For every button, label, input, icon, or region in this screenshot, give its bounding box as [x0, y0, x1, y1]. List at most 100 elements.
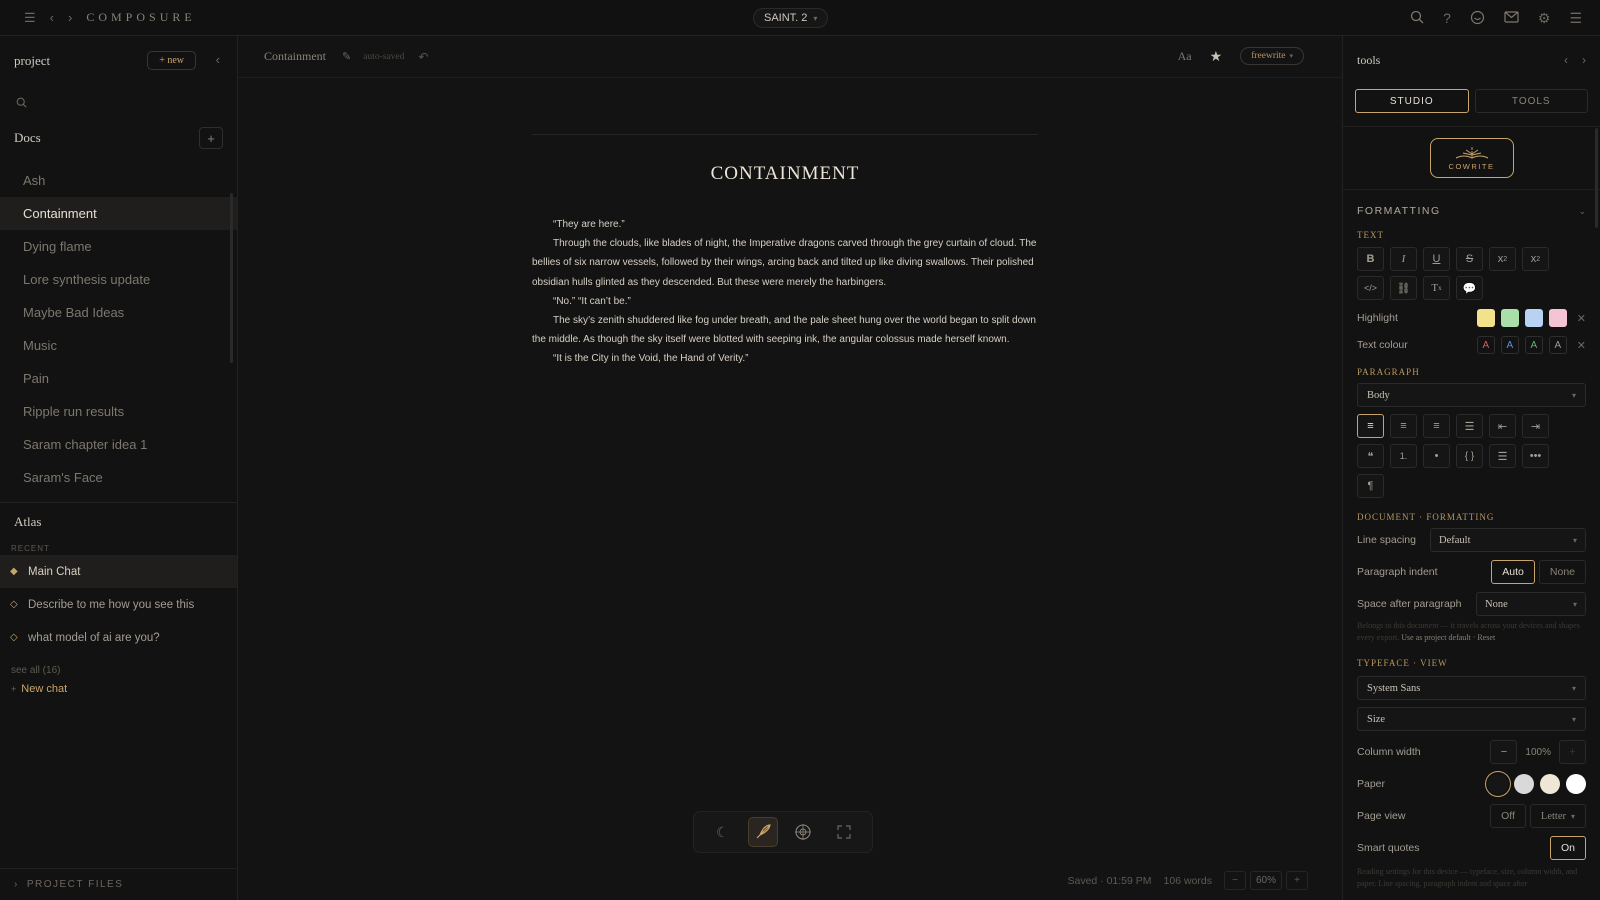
collapse-sidebar-icon[interactable]: ‹: [216, 52, 220, 67]
document-paragraph[interactable]: “No.” “It can’t be.”: [532, 292, 1038, 311]
sidebar-search[interactable]: [0, 86, 237, 118]
align-left-icon[interactable]: ≡: [1357, 414, 1384, 438]
center-block-icon[interactable]: ☰: [1489, 444, 1516, 468]
compass-icon[interactable]: [788, 817, 818, 847]
indent-auto-button[interactable]: Auto: [1491, 560, 1535, 584]
new-button[interactable]: + new: [147, 51, 196, 70]
see-all-link[interactable]: see all (16): [0, 662, 237, 678]
hamburger-icon[interactable]: ☰: [1569, 11, 1582, 25]
sidebar-scrollbar[interactable]: [230, 193, 233, 363]
align-justify-icon[interactable]: ☰: [1456, 414, 1483, 438]
tab-tools[interactable]: TOOLS: [1474, 89, 1588, 113]
cowrite-button[interactable]: COWRITE: [1429, 138, 1514, 178]
clear-highlight-icon[interactable]: ✕: [1577, 312, 1586, 325]
doc-list-item[interactable]: Saram's Face: [0, 461, 237, 494]
paper-swatch[interactable]: [1488, 774, 1508, 794]
document-page[interactable]: CONTAINMENT “They are here.” Through the …: [532, 134, 1038, 369]
doc-list-item[interactable]: Saram chapter idea 1: [0, 428, 237, 461]
chat-list-item[interactable]: ◇ what model of ai are you?: [0, 621, 237, 654]
outdent-icon[interactable]: ⇤: [1489, 414, 1516, 438]
help-icon[interactable]: ?: [1443, 11, 1451, 25]
page-view-toggle[interactable]: Off: [1490, 804, 1526, 828]
tab-studio[interactable]: STUDIO: [1355, 89, 1469, 113]
align-center-icon[interactable]: ≡: [1390, 414, 1417, 438]
doc-list-item[interactable]: Dying flame: [0, 230, 237, 263]
typeface-select[interactable]: System Sans ▾: [1357, 676, 1586, 700]
document-title[interactable]: CONTAINMENT: [532, 163, 1038, 185]
chevron-right-icon[interactable]: ›: [1582, 53, 1586, 67]
paragraph-style-select[interactable]: Body ▾: [1357, 383, 1586, 407]
companion-icon[interactable]: [1470, 10, 1485, 27]
align-right-icon[interactable]: ≡: [1423, 414, 1450, 438]
code-button[interactable]: </>: [1357, 276, 1384, 300]
project-default-link[interactable]: Use as project default: [1401, 633, 1471, 642]
superscript-button[interactable]: x2: [1489, 247, 1516, 271]
more-icon[interactable]: •••: [1522, 444, 1549, 468]
smart-quotes-toggle[interactable]: On: [1549, 836, 1586, 860]
reset-link[interactable]: Reset: [1477, 633, 1495, 642]
text-colour-swatch[interactable]: A: [1500, 336, 1519, 354]
gear-icon[interactable]: ⚙: [1538, 11, 1551, 25]
doc-list-item[interactable]: Maybe Bad Ideas: [0, 296, 237, 329]
code-block-icon[interactable]: { }: [1456, 444, 1483, 468]
document-body[interactable]: “They are here.” Through the clouds, like…: [532, 215, 1038, 369]
tools-scrollbar[interactable]: [1595, 128, 1598, 228]
fullscreen-icon[interactable]: [829, 817, 859, 847]
font-toggle-button[interactable]: Aa: [1178, 49, 1192, 64]
column-width-decrease[interactable]: −: [1490, 740, 1518, 764]
link-icon[interactable]: ⛓: [1390, 276, 1417, 300]
zoom-in-button[interactable]: +: [1286, 871, 1308, 890]
document-paragraph[interactable]: Through the clouds, like blades of night…: [532, 234, 1038, 292]
column-width-increase[interactable]: +: [1559, 740, 1586, 764]
mail-icon[interactable]: [1504, 11, 1519, 25]
bullet-list-icon[interactable]: •: [1423, 444, 1450, 468]
formatting-header[interactable]: FORMATTING ⌄: [1343, 194, 1600, 228]
doc-list-item[interactable]: Music: [0, 329, 237, 362]
line-spacing-select[interactable]: Default ▾: [1430, 528, 1586, 552]
ordered-list-icon[interactable]: 1.: [1390, 444, 1417, 468]
document-paragraph[interactable]: “It is the City in the Void, the Hand of…: [532, 349, 1038, 368]
zoom-out-button[interactable]: −: [1223, 871, 1246, 890]
document-paragraph[interactable]: “They are here.”: [532, 215, 1038, 234]
chat-list-item[interactable]: ◆ Main Chat: [0, 555, 237, 588]
doc-list-item[interactable]: Ash: [0, 164, 237, 197]
add-doc-button[interactable]: +: [199, 127, 223, 149]
text-colour-swatch[interactable]: A: [1548, 336, 1567, 354]
subscript-button[interactable]: x2: [1522, 247, 1549, 271]
pilcrow-icon[interactable]: ¶: [1357, 474, 1384, 498]
star-icon[interactable]: ★: [1210, 48, 1223, 65]
clear-format-icon[interactable]: Tx: [1423, 276, 1450, 300]
highlight-swatch[interactable]: [1476, 309, 1495, 327]
forward-icon[interactable]: ›: [68, 11, 72, 24]
quill-icon[interactable]: [747, 817, 778, 847]
clear-text-colour-icon[interactable]: ✕: [1577, 339, 1586, 352]
space-after-select[interactable]: None ▾: [1476, 592, 1586, 616]
chat-list-item[interactable]: ◇ Describe to me how you see this: [0, 588, 237, 621]
doc-list-item[interactable]: Pain: [0, 362, 237, 395]
doc-name[interactable]: Containment: [264, 49, 326, 64]
doc-list-item[interactable]: Containment: [0, 197, 237, 230]
paper-swatch[interactable]: [1566, 774, 1586, 794]
italic-button[interactable]: I: [1390, 247, 1417, 271]
paper-swatch[interactable]: [1514, 774, 1534, 794]
freewrite-mode-button[interactable]: freewrite ▾: [1240, 47, 1304, 65]
bold-button[interactable]: B: [1357, 247, 1384, 271]
moon-icon[interactable]: ☾: [707, 817, 737, 847]
quote-icon[interactable]: ❝: [1357, 444, 1384, 468]
search-icon[interactable]: [1410, 10, 1424, 26]
indent-icon[interactable]: ⇥: [1522, 414, 1549, 438]
page-size-select[interactable]: Letter ▾: [1529, 804, 1586, 828]
undo-icon[interactable]: ↶: [418, 50, 428, 64]
new-chat-button[interactable]: + New chat: [0, 678, 237, 700]
comment-icon[interactable]: 💬: [1456, 276, 1483, 300]
rename-pencil-icon[interactable]: ✎: [342, 50, 351, 63]
highlight-swatch[interactable]: [1524, 309, 1543, 327]
size-select[interactable]: Size ▾: [1357, 707, 1586, 731]
doc-list-item[interactable]: Lore synthesis update: [0, 263, 237, 296]
paper-swatch[interactable]: [1540, 774, 1560, 794]
text-colour-swatch[interactable]: A: [1476, 336, 1495, 354]
back-icon[interactable]: ‹: [50, 11, 54, 24]
menu-icon[interactable]: ☰: [24, 11, 36, 24]
highlight-swatch[interactable]: [1548, 309, 1567, 327]
document-paragraph[interactable]: The sky’s zenith shuddered like fog unde…: [532, 311, 1038, 349]
